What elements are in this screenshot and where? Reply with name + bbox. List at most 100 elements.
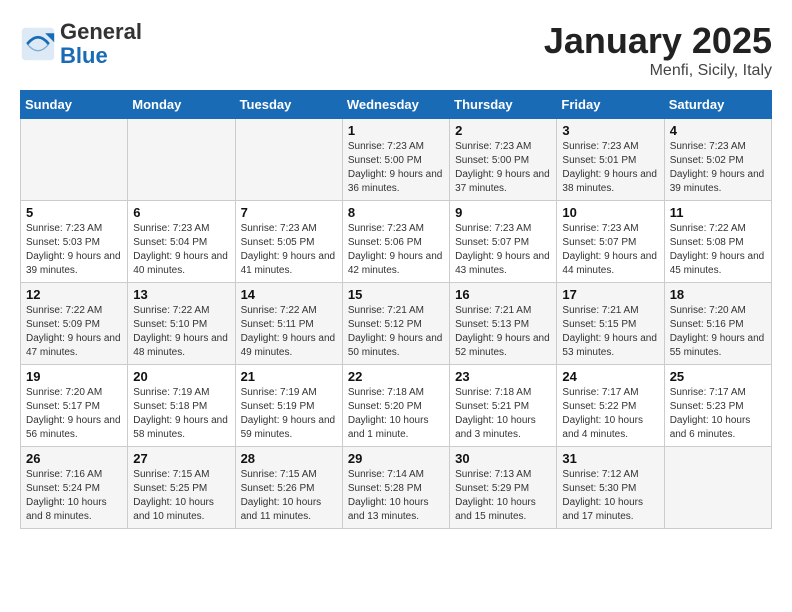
day-content: Sunrise: 7:15 AM Sunset: 5:26 PM Dayligh… [241, 468, 337, 524]
logo-blue-text: Blue [60, 43, 108, 68]
header-day-monday: Monday [128, 91, 235, 119]
header-row: SundayMondayTuesdayWednesdayThursdayFrid… [21, 91, 772, 119]
calendar-day-10: 10Sunrise: 7:23 AM Sunset: 5:07 PM Dayli… [557, 201, 664, 283]
calendar-day-12: 12 Sunrise: 7:22 AM Sunset: 5:09 PM Dayli… [21, 283, 128, 365]
day-number: 3 [562, 123, 658, 138]
day-content: Sunrise: 7:22 AM Sunset: 5:11 PM Dayligh… [241, 304, 337, 360]
calendar-day-3: 3 Sunrise: 7:23 AM Sunset: 5:01 PM Daylig… [557, 119, 664, 201]
calendar-day-13: 13Sunrise: 7:22 AM Sunset: 5:10 PM Dayli… [128, 283, 235, 365]
calendar-day-16: 16 Sunrise: 7:21 AM Sunset: 5:13 PM Dayli… [450, 283, 557, 365]
day-number: 11 [670, 205, 766, 220]
calendar-day-7: 7Sunrise: 7:23 AM Sunset: 5:05 PM Daylig… [235, 201, 342, 283]
day-content: Sunrise: 7:17 AM Sunset: 5:22 PM Dayligh… [562, 386, 658, 442]
day-content: Sunrise: 7:21 AM Sunset: 5:15 PM Dayligh… [562, 304, 658, 360]
calendar-day-9: 9 Sunrise: 7:23 AM Sunset: 5:07 PM Daylig… [450, 201, 557, 283]
day-number: 23 [455, 369, 551, 384]
day-content: Sunrise: 7:12 AM Sunset: 5:30 PM Dayligh… [562, 468, 658, 524]
calendar-table: SundayMondayTuesdayWednesdayThursdayFrid… [20, 90, 772, 529]
calendar-day-1: 1Sunrise: 7:23 AM Sunset: 5:00 PM Daylig… [342, 119, 449, 201]
day-content: Sunrise: 7:18 AM Sunset: 5:20 PM Dayligh… [348, 386, 444, 442]
day-content: Sunrise: 7:23 AM Sunset: 5:06 PM Dayligh… [348, 222, 444, 278]
header-day-friday: Friday [557, 91, 664, 119]
day-number: 6 [133, 205, 229, 220]
calendar-day-15: 15 Sunrise: 7:21 AM Sunset: 5:12 PM Dayli… [342, 283, 449, 365]
day-content: Sunrise: 7:23 AM Sunset: 5:00 PM Dayligh… [348, 140, 444, 196]
header-day-thursday: Thursday [450, 91, 557, 119]
day-content: Sunrise: 7:23 AM Sunset: 5:04 PM Dayligh… [133, 222, 229, 278]
calendar-day-24: 24Sunrise: 7:17 AM Sunset: 5:22 PM Dayli… [557, 365, 664, 447]
day-content: Sunrise: 7:22 AM Sunset: 5:09 PM Dayligh… [26, 304, 122, 360]
calendar-day-4: 4 Sunrise: 7:23 AM Sunset: 5:02 PM Daylig… [664, 119, 771, 201]
day-content: Sunrise: 7:16 AM Sunset: 5:24 PM Dayligh… [26, 468, 122, 524]
calendar-day-11: 11 Sunrise: 7:22 AM Sunset: 5:08 PM Dayli… [664, 201, 771, 283]
day-content: Sunrise: 7:23 AM Sunset: 5:02 PM Dayligh… [670, 140, 766, 196]
day-content: Sunrise: 7:23 AM Sunset: 5:07 PM Dayligh… [455, 222, 551, 278]
day-number: 5 [26, 205, 122, 220]
day-content: Sunrise: 7:20 AM Sunset: 5:17 PM Dayligh… [26, 386, 122, 442]
calendar-week-5: 26Sunrise: 7:16 AM Sunset: 5:24 PM Dayli… [21, 447, 772, 529]
calendar-day-28: 28Sunrise: 7:15 AM Sunset: 5:26 PM Dayli… [235, 447, 342, 529]
day-number: 31 [562, 451, 658, 466]
location: Menfi, Sicily, Italy [544, 62, 772, 80]
day-number: 21 [241, 369, 337, 384]
empty-cell [235, 119, 342, 201]
calendar-day-5: 5Sunrise: 7:23 AM Sunset: 5:03 PM Daylig… [21, 201, 128, 283]
day-number: 14 [241, 287, 337, 302]
calendar-day-22: 22 Sunrise: 7:18 AM Sunset: 5:20 PM Dayli… [342, 365, 449, 447]
header-day-tuesday: Tuesday [235, 91, 342, 119]
day-number: 8 [348, 205, 444, 220]
day-number: 16 [455, 287, 551, 302]
calendar-day-17: 17 Sunrise: 7:21 AM Sunset: 5:15 PM Dayli… [557, 283, 664, 365]
header-day-saturday: Saturday [664, 91, 771, 119]
day-content: Sunrise: 7:21 AM Sunset: 5:13 PM Dayligh… [455, 304, 551, 360]
day-number: 17 [562, 287, 658, 302]
title-block: January 2025 Menfi, Sicily, Italy [544, 20, 772, 80]
calendar-day-8: 8 Sunrise: 7:23 AM Sunset: 5:06 PM Daylig… [342, 201, 449, 283]
day-number: 2 [455, 123, 551, 138]
calendar-day-31: 31 Sunrise: 7:12 AM Sunset: 5:30 PM Dayli… [557, 447, 664, 529]
calendar-day-2: 2 Sunrise: 7:23 AM Sunset: 5:00 PM Daylig… [450, 119, 557, 201]
day-number: 10 [562, 205, 658, 220]
day-number: 4 [670, 123, 766, 138]
day-content: Sunrise: 7:22 AM Sunset: 5:08 PM Dayligh… [670, 222, 766, 278]
calendar-day-20: 20 Sunrise: 7:19 AM Sunset: 5:18 PM Dayli… [128, 365, 235, 447]
calendar-day-6: 6 Sunrise: 7:23 AM Sunset: 5:04 PM Daylig… [128, 201, 235, 283]
day-number: 22 [348, 369, 444, 384]
day-number: 25 [670, 369, 766, 384]
empty-cell [21, 119, 128, 201]
header-day-wednesday: Wednesday [342, 91, 449, 119]
day-number: 27 [133, 451, 229, 466]
calendar-day-30: 30Sunrise: 7:13 AM Sunset: 5:29 PM Dayli… [450, 447, 557, 529]
day-number: 19 [26, 369, 122, 384]
day-number: 29 [348, 451, 444, 466]
day-content: Sunrise: 7:22 AM Sunset: 5:10 PM Dayligh… [133, 304, 229, 360]
day-number: 20 [133, 369, 229, 384]
calendar-week-4: 19 Sunrise: 7:20 AM Sunset: 5:17 PM Dayli… [21, 365, 772, 447]
day-number: 15 [348, 287, 444, 302]
empty-cell [664, 447, 771, 529]
calendar-day-29: 29Sunrise: 7:14 AM Sunset: 5:28 PM Dayli… [342, 447, 449, 529]
day-content: Sunrise: 7:19 AM Sunset: 5:18 PM Dayligh… [133, 386, 229, 442]
day-number: 12 [26, 287, 122, 302]
day-content: Sunrise: 7:13 AM Sunset: 5:29 PM Dayligh… [455, 468, 551, 524]
month-title: January 2025 [544, 20, 772, 62]
calendar-day-21: 21 Sunrise: 7:19 AM Sunset: 5:19 PM Dayli… [235, 365, 342, 447]
day-content: Sunrise: 7:23 AM Sunset: 5:05 PM Dayligh… [241, 222, 337, 278]
calendar-day-26: 26Sunrise: 7:16 AM Sunset: 5:24 PM Dayli… [21, 447, 128, 529]
calendar-day-19: 19 Sunrise: 7:20 AM Sunset: 5:17 PM Dayli… [21, 365, 128, 447]
day-number: 9 [455, 205, 551, 220]
calendar-body: 1Sunrise: 7:23 AM Sunset: 5:00 PM Daylig… [21, 119, 772, 529]
day-content: Sunrise: 7:18 AM Sunset: 5:21 PM Dayligh… [455, 386, 551, 442]
day-content: Sunrise: 7:23 AM Sunset: 5:01 PM Dayligh… [562, 140, 658, 196]
logo-general-text: General [60, 19, 142, 44]
calendar-day-25: 25 Sunrise: 7:17 AM Sunset: 5:23 PM Dayli… [664, 365, 771, 447]
day-content: Sunrise: 7:19 AM Sunset: 5:19 PM Dayligh… [241, 386, 337, 442]
day-content: Sunrise: 7:15 AM Sunset: 5:25 PM Dayligh… [133, 468, 229, 524]
empty-cell [128, 119, 235, 201]
calendar-header: SundayMondayTuesdayWednesdayThursdayFrid… [21, 91, 772, 119]
day-content: Sunrise: 7:21 AM Sunset: 5:12 PM Dayligh… [348, 304, 444, 360]
calendar-week-1: 1Sunrise: 7:23 AM Sunset: 5:00 PM Daylig… [21, 119, 772, 201]
day-content: Sunrise: 7:23 AM Sunset: 5:00 PM Dayligh… [455, 140, 551, 196]
day-content: Sunrise: 7:17 AM Sunset: 5:23 PM Dayligh… [670, 386, 766, 442]
logo-icon [20, 26, 56, 62]
